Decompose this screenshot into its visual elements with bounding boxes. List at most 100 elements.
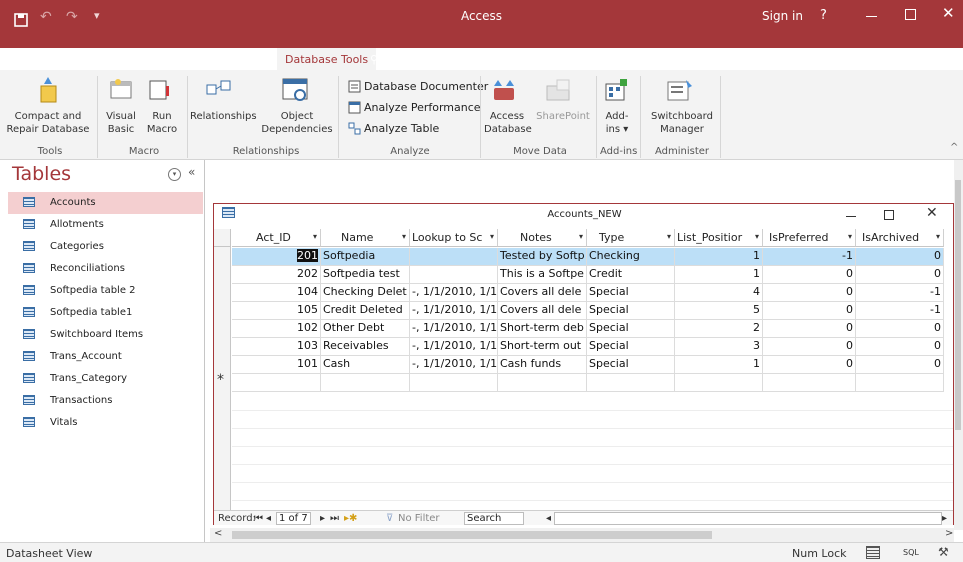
sign-in-link[interactable]: Sign in (762, 9, 803, 23)
filter-dropdown-icon[interactable]: ▾ (579, 232, 583, 241)
help-button[interactable]: ? (820, 8, 827, 23)
cell-name[interactable] (321, 374, 410, 392)
form-minimize-button[interactable] (846, 216, 856, 217)
cell-lookup[interactable] (410, 374, 498, 392)
switchboard-manager-button[interactable]: Switchboard Manager (646, 110, 718, 136)
cell-ispreferred[interactable]: -1 (763, 248, 856, 266)
compact-repair-button[interactable]: Compact and Repair Database (2, 110, 94, 136)
sharepoint-button[interactable]: SharePoint (534, 110, 592, 123)
cell-list-position[interactable]: 5 (675, 302, 763, 320)
cell-isarchived[interactable]: 0 (856, 248, 944, 266)
cell-name[interactable]: Other Debt (321, 320, 410, 338)
nav-item-softpedia-table1[interactable]: Softpedia table1 (8, 302, 203, 324)
column-header-lookup[interactable]: Lookup to Sc ▾ (410, 229, 498, 247)
cell-isarchived[interactable]: 0 (856, 338, 944, 356)
cell-notes[interactable]: Short-term deb (498, 320, 587, 338)
cell-ispreferred[interactable]: 0 (763, 356, 856, 374)
nav-item-transactions[interactable]: Transactions (8, 390, 203, 412)
last-record-icon[interactable]: ⏭ (330, 513, 339, 524)
close-button[interactable]: ✕ (942, 4, 955, 22)
cell-act-id[interactable]: 105 (232, 302, 321, 320)
cell-list-position[interactable]: 1 (675, 248, 763, 266)
cell-type[interactable]: Special (587, 284, 675, 302)
filter-dropdown-icon[interactable]: ▾ (313, 232, 317, 241)
cell-isarchived[interactable]: -1 (856, 302, 944, 320)
cell-lookup[interactable]: -, 1/1/2010, 1/1 (410, 302, 498, 320)
add-ins-button[interactable]: Add-ins ▾ (600, 110, 634, 136)
run-macro-button[interactable]: Run Macro (142, 110, 182, 136)
cell-ispreferred[interactable]: 0 (763, 338, 856, 356)
cell-type[interactable]: Special (587, 302, 675, 320)
analyze-table-button[interactable]: Analyze Table (364, 122, 439, 135)
column-header-act-id[interactable]: Act_ID ▾ (232, 229, 321, 247)
cell-act-id[interactable]: 102 (232, 320, 321, 338)
tab-create[interactable]: Create (137, 53, 174, 66)
relationships-button[interactable]: Relationships (190, 110, 257, 123)
tell-me-box[interactable]: ⚲ Tell me what you want to do (370, 53, 537, 66)
cell-act-id[interactable]: 104 (232, 284, 321, 302)
cell-notes[interactable]: Tested by Softp (498, 248, 587, 266)
inner-horizontal-scrollbar[interactable] (554, 512, 942, 525)
analyze-performance-button[interactable]: Analyze Performance (364, 101, 481, 114)
cell-ispreferred[interactable]: 0 (763, 284, 856, 302)
filter-dropdown-icon[interactable]: ▾ (402, 232, 406, 241)
cell-list-position[interactable]: 1 (675, 356, 763, 374)
redo-icon[interactable]: ↷ (66, 9, 78, 25)
scroll-left-icon[interactable]: < (214, 528, 222, 539)
cell-list-position[interactable]: 4 (675, 284, 763, 302)
nav-item-allotments[interactable]: Allotments (8, 214, 203, 236)
filter-dropdown-icon[interactable]: ▾ (490, 232, 494, 241)
visual-basic-button[interactable]: Visual Basic (104, 110, 138, 136)
cell-type[interactable]: Special (587, 356, 675, 374)
cell-name[interactable]: Receivables (321, 338, 410, 356)
shutter-bar-icon[interactable]: « (188, 165, 195, 179)
cell-name[interactable]: Checking Delet (321, 284, 410, 302)
cell-name[interactable]: Cash (321, 356, 410, 374)
previous-record-icon[interactable]: ◂ (266, 513, 271, 524)
minimize-button[interactable] (866, 16, 877, 17)
cell-notes[interactable]: Covers all dele (498, 284, 587, 302)
nav-menu-icon[interactable]: ▾ (168, 168, 181, 181)
select-all-button[interactable] (214, 229, 231, 247)
tab-database-tools[interactable]: Database Tools (277, 48, 377, 70)
maximize-button[interactable] (905, 9, 916, 20)
form-close-button[interactable]: ✕ (926, 205, 938, 221)
cell-type[interactable]: Credit (587, 266, 675, 284)
save-icon[interactable] (14, 13, 28, 27)
inner-scroll-right-icon[interactable]: ▸ (942, 513, 947, 524)
cell-act-id[interactable]: 201 (232, 248, 321, 266)
cell-type[interactable]: Checking (587, 248, 675, 266)
filter-icon[interactable]: ⊽ (386, 513, 393, 524)
column-header-name[interactable]: Name ▾ (321, 229, 410, 247)
datasheet-view-icon[interactable] (866, 546, 880, 559)
form-maximize-button[interactable] (884, 210, 894, 220)
column-header-list-position[interactable]: List_Positior ▾ (675, 229, 763, 247)
cell-type[interactable] (587, 374, 675, 392)
cell-act-id[interactable]: 101 (232, 356, 321, 374)
column-header-isarchived[interactable]: IsArchived ▾ (856, 229, 944, 247)
cell-list-position[interactable]: 1 (675, 266, 763, 284)
nav-item-vitals[interactable]: Vitals (8, 412, 203, 434)
cell-ispreferred[interactable]: 0 (763, 266, 856, 284)
nav-item-categories[interactable]: Categories (8, 236, 203, 258)
scroll-right-icon[interactable]: > (945, 528, 953, 539)
inner-scroll-left-icon[interactable]: ◂ (546, 513, 551, 524)
nav-item-softpedia-table-2[interactable]: Softpedia table 2 (8, 280, 203, 302)
cell-ispreferred[interactable]: 0 (763, 320, 856, 338)
sql-view-button[interactable]: SQL (903, 548, 919, 557)
cell-isarchived[interactable]: -1 (856, 284, 944, 302)
nav-item-switchboard-items[interactable]: Switchboard Items (8, 324, 203, 346)
cell-isarchived[interactable]: 0 (856, 266, 944, 284)
collapse-ribbon-icon[interactable]: ^ (950, 142, 958, 153)
filter-dropdown-icon[interactable]: ▾ (936, 232, 940, 241)
column-header-notes[interactable]: Notes ▾ (498, 229, 587, 247)
cell-notes[interactable]: Short-term out (498, 338, 587, 356)
current-record-field[interactable]: 1 of 7 (276, 512, 311, 525)
cell-name[interactable]: Credit Deleted (321, 302, 410, 320)
cell-name[interactable]: Softpedia test (321, 266, 410, 284)
tab-file[interactable]: File (14, 53, 32, 66)
nav-item-reconciliations[interactable]: Reconciliations (8, 258, 203, 280)
access-database-button[interactable]: Access Database (484, 110, 532, 136)
cell-lookup[interactable]: -, 1/1/2010, 1/1 (410, 320, 498, 338)
cell-lookup[interactable] (410, 248, 498, 266)
